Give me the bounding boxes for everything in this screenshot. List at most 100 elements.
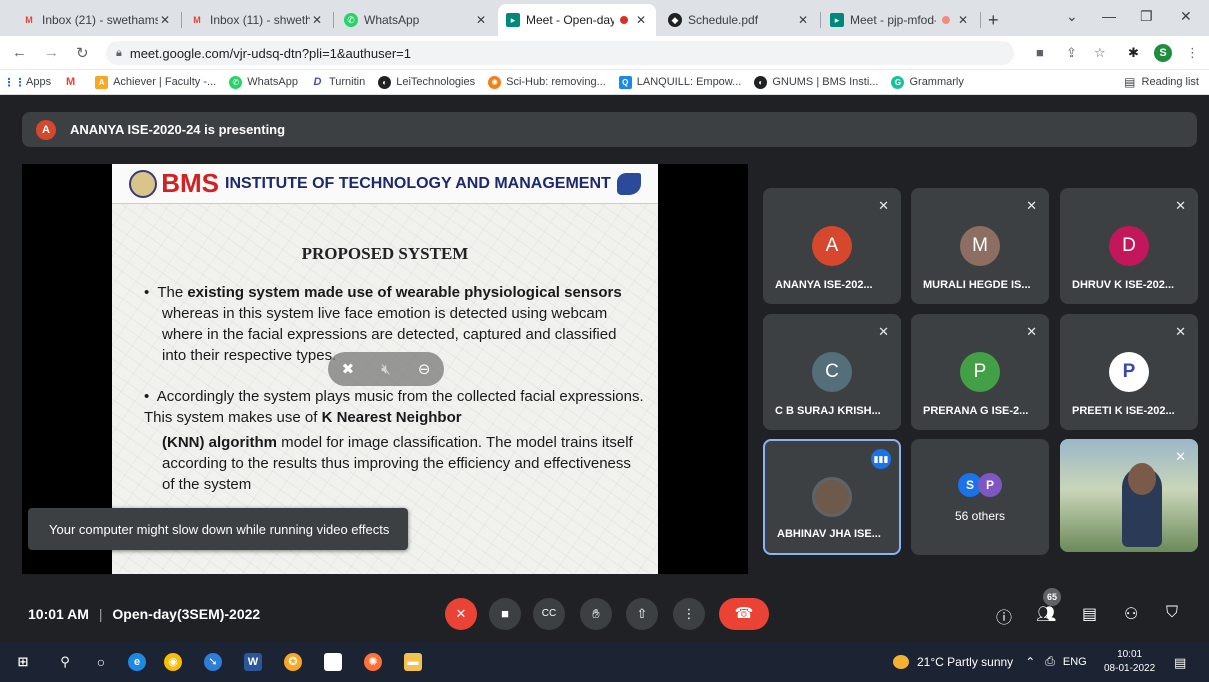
lock-icon[interactable]: 🔒︎	[116, 47, 122, 60]
browser-tab-whatsapp[interactable]: ✆ WhatsApp ✕	[336, 4, 496, 36]
address-bar[interactable]: 🔒︎ meet.google.com/vjr-udsq-dtn?pli=1&au…	[106, 41, 1014, 65]
forward-arrow-icon[interactable]: →	[44, 44, 59, 61]
app-icon[interactable]: ✪	[284, 653, 302, 671]
new-tab-button[interactable]: +	[988, 10, 999, 31]
minimize-window-button[interactable]: —	[1102, 8, 1116, 24]
onedrive-icon[interactable]: ⎙	[1045, 654, 1055, 669]
close-tab-icon[interactable]: ✕	[474, 13, 488, 27]
mute-speaker-icon[interactable]: 🔇︎	[381, 361, 390, 378]
reload-icon[interactable]: ↻	[76, 44, 89, 62]
weather-text[interactable]: 21°C Partly sunny	[917, 655, 1013, 669]
participant-tile-preeti[interactable]: ✕ P PREETI K ISE-202...	[1060, 314, 1198, 430]
mic-off-icon: ✕	[1175, 449, 1186, 464]
language-indicator[interactable]: ENG	[1063, 656, 1087, 668]
browser-tab-meet-active[interactable]: ▸ Meet - Open-day( ✕	[498, 4, 656, 36]
participant-tile-abhinav[interactable]: ▮▮▮ ABHINAV JHA ISE...	[763, 439, 901, 555]
browser-tab-schedule-pdf[interactable]: ◆ Schedule.pdf ✕	[660, 4, 818, 36]
browser-tab-meet-2[interactable]: ▸ Meet - pjp-mfod- ✕	[822, 4, 978, 36]
restore-window-button[interactable]: ❐	[1140, 8, 1153, 25]
word-icon[interactable]: W	[244, 653, 262, 671]
bookmark-achiever[interactable]: A Achiever | Faculty -...	[95, 75, 216, 89]
remove-icon[interactable]: ⊖	[418, 360, 431, 378]
taskbar-clock[interactable]: 10:01 08-01-2022	[1104, 648, 1155, 676]
bookmark-gmail[interactable]: M	[64, 76, 82, 89]
meet-icon: ▸	[506, 13, 520, 27]
reading-list-icon: ▤	[1124, 75, 1136, 89]
grammarly-icon: G	[891, 75, 905, 89]
others-tile[interactable]: S P 56 others	[911, 439, 1049, 555]
browser-tab-gmail-2[interactable]: M Inbox (11) - shwethan ✕	[182, 4, 332, 36]
bullet-2-bold-2: (KNN) algorithm	[162, 434, 277, 451]
bookmark-apps[interactable]: ⋮⋮ Apps	[3, 76, 52, 89]
people-icon[interactable]: 👥︎	[1036, 604, 1056, 624]
pdf-icon: ◆	[668, 13, 682, 27]
bookmark-whatsapp[interactable]: ✆ WhatsApp	[229, 75, 298, 89]
host-controls-icon[interactable]: ⛉	[1166, 604, 1178, 622]
participant-avatar: P	[960, 352, 1000, 392]
apps-grid-icon: ⋮⋮	[3, 76, 26, 89]
share-icon[interactable]: ⇪	[1066, 45, 1077, 61]
institute-long-name: INSTITUTE OF TECHNOLOGY AND MANAGEMENT	[225, 174, 611, 192]
activities-icon[interactable]: ⚇	[1124, 604, 1138, 624]
bookmark-grammarly[interactable]: G Grammarly	[891, 75, 964, 89]
profile-avatar[interactable]: S	[1154, 44, 1172, 62]
browser-tab-gmail-1[interactable]: M Inbox (21) - swethams ✕	[14, 4, 180, 36]
file-explorer-icon[interactable]: ▬	[404, 653, 422, 671]
bookmark-star-icon[interactable]: ☆	[1094, 45, 1106, 61]
bookmark-lanquill[interactable]: Q LANQUILL: Empow...	[618, 75, 741, 89]
camera-toggle-button[interactable]: ■	[489, 598, 521, 630]
meeting-time: 10:01 AM	[28, 606, 89, 622]
close-tab-icon[interactable]: ✕	[158, 13, 172, 27]
participant-tile-ananya[interactable]: ✕ A ANANYA ISE-202...	[763, 188, 901, 304]
tab-title: Inbox (21) - swethams	[42, 13, 158, 27]
participant-name: DHRUV K ISE-202...	[1072, 279, 1175, 291]
more-options-button[interactable]: ⋮	[673, 598, 705, 630]
mic-toggle-button[interactable]: ✕	[445, 598, 477, 630]
chrome-menu-icon[interactable]: ⋮	[1186, 45, 1199, 61]
raise-hand-button[interactable]: ✋︎	[580, 598, 612, 630]
tab-title: WhatsApp	[364, 13, 420, 27]
meeting-details-icon[interactable]: ⓘ	[996, 604, 1012, 628]
bookmark-leitechnologies[interactable]: ◐ LeiTechnologies	[378, 75, 475, 89]
tray-chevron-icon[interactable]: ⌃	[1025, 655, 1035, 669]
reading-list-label: Reading list	[1141, 76, 1199, 88]
bookmark-label: Sci-Hub: removing...	[506, 76, 606, 88]
bookmark-turnitin[interactable]: D Turnitin	[311, 76, 365, 89]
self-video-tile[interactable]: ✕	[1060, 439, 1198, 552]
cortana-icon[interactable]: ○	[92, 653, 110, 671]
camera-in-use-icon[interactable]: ■	[1036, 45, 1044, 60]
notifications-icon[interactable]: ▤	[1174, 655, 1186, 671]
participant-tile-suraj[interactable]: ✕ C C B SURAJ KRISH...	[763, 314, 901, 430]
tab-search-chevron-icon[interactable]: ⌄	[1066, 8, 1078, 25]
participant-tile-prerana[interactable]: ✕ P PRERANA G ISE-2...	[911, 314, 1049, 430]
bookmark-scihub[interactable]: ✺ Sci-Hub: removing...	[488, 75, 606, 89]
file-icon[interactable]	[324, 653, 342, 671]
close-tab-icon[interactable]: ✕	[956, 13, 970, 27]
close-tab-icon[interactable]: ✕	[310, 13, 324, 27]
close-tab-icon[interactable]: ✕	[634, 13, 648, 27]
firefox-icon[interactable]: ✺	[364, 653, 382, 671]
close-tab-icon[interactable]: ✕	[796, 13, 810, 27]
chat-icon[interactable]: ▤	[1082, 604, 1097, 624]
chrome-icon[interactable]: ◉	[164, 653, 182, 671]
tab-divider	[333, 12, 334, 28]
mic-off-icon: ✕	[1175, 324, 1186, 339]
back-arrow-icon[interactable]: ←	[12, 44, 27, 61]
close-window-button[interactable]: ✕	[1180, 8, 1192, 25]
windows-start-icon[interactable]: ⊞	[14, 653, 32, 671]
app-icon[interactable]: ➘	[204, 653, 222, 671]
edge-icon[interactable]: e	[128, 653, 146, 671]
present-screen-button[interactable]: ⇧	[626, 598, 658, 630]
captions-button[interactable]: CC	[533, 598, 565, 630]
gmail-icon: M	[193, 15, 201, 25]
bookmark-gnums[interactable]: ◐ GNUMS | BMS Insti...	[754, 75, 878, 89]
extensions-puzzle-icon[interactable]: ✱	[1128, 45, 1139, 61]
participant-tile-murali[interactable]: ✕ M MURALI HEGDE IS...	[911, 188, 1049, 304]
search-icon[interactable]: ⚲	[56, 653, 74, 671]
participant-tile-dhruv[interactable]: ✕ D DHRUV K ISE-202...	[1060, 188, 1198, 304]
leave-call-button[interactable]: ☎︎	[719, 598, 769, 630]
tab-divider	[820, 12, 821, 28]
pin-icon[interactable]: ✖	[342, 360, 355, 378]
reading-list-button[interactable]: ▤ Reading list	[1124, 75, 1199, 89]
tab-divider	[980, 12, 981, 28]
